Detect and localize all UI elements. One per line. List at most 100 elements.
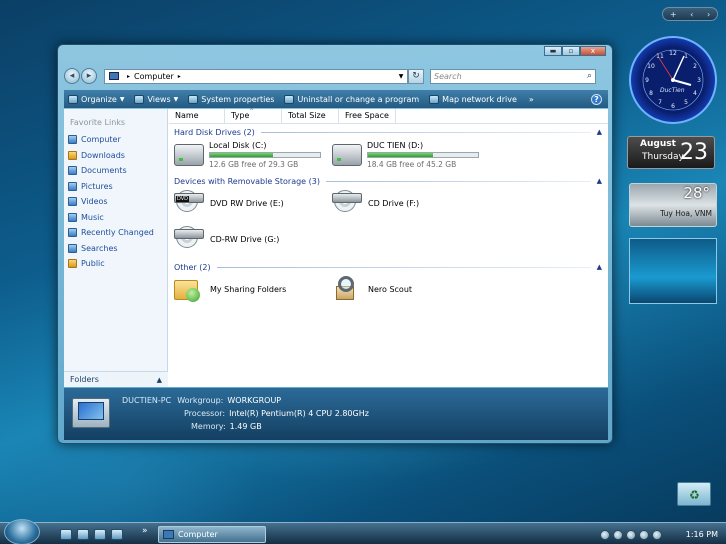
nav-item-public[interactable]: Public (64, 256, 167, 272)
taskbar-button-label: Computer (178, 530, 218, 539)
item-nero-scout[interactable]: Nero Scout (332, 273, 490, 306)
volume-icon[interactable] (652, 529, 662, 540)
nav-item-downloads[interactable]: Downloads (64, 148, 167, 164)
nav-item-computer[interactable]: Computer (64, 132, 167, 148)
drive-usage-fill (368, 153, 433, 157)
breadcrumb-computer[interactable]: Computer (134, 72, 174, 81)
drive-item-d[interactable]: DUC TIEN (D:) 18.4 GB free of 45.2 GB (332, 138, 490, 173)
column-header-free-space[interactable]: Free Space (339, 109, 396, 123)
close-button[interactable]: x (580, 46, 606, 56)
show-desktop-icon[interactable] (60, 529, 72, 540)
group-header-other[interactable]: Other (2) ▲ (169, 261, 608, 273)
recycle-bin-icon[interactable]: ♻ (673, 478, 717, 510)
address-row: ◂ ▸ ▸ Computer ▸ ▼ ↻ Search ⌕ (64, 65, 608, 87)
help-icon[interactable]: ? (591, 93, 602, 105)
nav-item-documents[interactable]: Documents (64, 163, 167, 179)
quicklaunch-overflow-button[interactable]: » (142, 526, 148, 536)
drive-item-c[interactable]: Local Disk (C:) 12.6 GB free of 29.3 GB (174, 138, 332, 173)
navigation-pane: Favorite Links Computer Downloads Docume… (64, 109, 168, 387)
nav-item-label: Computer (81, 135, 121, 145)
internet-explorer-icon[interactable] (111, 529, 123, 540)
address-bar[interactable]: ▸ Computer ▸ ▼ (104, 68, 408, 84)
chevron-up-icon[interactable]: ▲ (597, 177, 602, 185)
refresh-button[interactable]: ↻ (408, 68, 424, 84)
drive-item-f[interactable]: CD Drive (F:) (332, 187, 490, 220)
pc-name: DUCTIEN-PC (122, 396, 172, 405)
previous-gadget-icon[interactable]: ‹ (690, 10, 693, 19)
column-header-total-size[interactable]: Total Size (282, 109, 339, 123)
documents-icon (68, 166, 77, 176)
add-gadget-icon[interactable]: + (670, 10, 677, 19)
searches-icon (68, 243, 77, 253)
start-button[interactable] (4, 519, 40, 544)
svg-text:9: 9 (645, 77, 649, 84)
back-button[interactable]: ◂ (64, 68, 80, 84)
workgroup-label: Workgroup: (177, 396, 224, 405)
search-placeholder: Search (434, 71, 462, 81)
hard-disk-items: Local Disk (C:) 12.6 GB free of 29.3 GB … (169, 138, 608, 173)
search-icon[interactable]: ⌕ (587, 71, 592, 81)
tray-network-icon[interactable] (613, 529, 623, 540)
sidebar-gadget-controls[interactable]: + ‹ › (662, 7, 718, 21)
nav-item-recently-changed[interactable]: Recently Changed (64, 225, 167, 241)
search-input[interactable]: Search ⌕ (430, 68, 596, 84)
recycle-symbol-icon: ♻ (689, 488, 700, 502)
clock-gadget[interactable]: 12 1 2 345 678 9 10 11 DucTien (629, 36, 717, 124)
drive-item-e[interactable]: DVD DVD RW Drive (E:) (174, 187, 332, 220)
tray-app-icon[interactable] (600, 529, 610, 540)
slideshow-gadget[interactable] (629, 238, 717, 304)
group-header-hard-disk[interactable]: Hard Disk Drives (2) ▲ (169, 126, 608, 138)
breadcrumb-chevron-icon[interactable]: ▸ (178, 73, 181, 80)
nav-item-videos[interactable]: Videos (64, 194, 167, 210)
tray-media-icon[interactable] (626, 529, 636, 540)
organize-button[interactable]: Organize ▼ (68, 94, 124, 104)
minimize-button[interactable]: ▬ (544, 46, 562, 56)
breadcrumb-chevron-icon[interactable]: ▸ (127, 73, 130, 80)
folder-icon (68, 150, 77, 160)
cd-drive-icon (332, 189, 362, 218)
user-shape (186, 287, 200, 302)
next-gadget-icon[interactable]: › (707, 10, 710, 19)
explorer-window[interactable]: ▬ ▫ x ◂ ▸ ▸ Computer ▸ ▼ ↻ Search ⌕ Orga… (57, 44, 613, 444)
switch-windows-icon[interactable] (77, 529, 89, 540)
address-dropdown-icon[interactable]: ▼ (395, 73, 407, 80)
system-properties-button[interactable]: System properties (188, 94, 274, 104)
views-button[interactable]: Views ▼ (134, 94, 178, 104)
weather-gadget[interactable]: 28° Tuy Hoa, VNM (629, 183, 717, 227)
chevron-up-icon[interactable]: ▲ (597, 263, 602, 271)
uninstall-program-button[interactable]: Uninstall or change a program (284, 94, 419, 104)
cd-rw-drive-icon (174, 225, 204, 254)
toolbar-overflow-button[interactable]: » (529, 95, 534, 104)
column-header-type[interactable]: Type ^ (225, 108, 282, 123)
drive-name: DUC TIEN (D:) (367, 141, 424, 150)
map-network-drive-button[interactable]: Map network drive (429, 94, 517, 104)
nav-item-label: Public (81, 259, 105, 269)
tray-monitor-icon[interactable] (639, 529, 649, 540)
taskbar: » Computer 1:16 PM (0, 519, 726, 544)
item-my-sharing-folders[interactable]: My Sharing Folders (174, 273, 332, 306)
nav-item-label: Recently Changed (81, 228, 154, 238)
organize-icon (68, 94, 78, 104)
drive-item-g[interactable]: CD-RW Drive (G:) (174, 223, 332, 256)
nav-item-music[interactable]: Music (64, 210, 167, 226)
folder-quicklaunch-icon[interactable] (94, 529, 106, 540)
drive-name: CD-RW Drive (G:) (210, 235, 280, 244)
nav-item-label: Videos (81, 197, 108, 207)
group-header-removable[interactable]: Devices with Removable Storage (3) ▲ (169, 175, 608, 187)
nav-item-pictures[interactable]: Pictures (64, 179, 167, 195)
calendar-gadget[interactable]: August Thursday 23 (627, 136, 715, 169)
computer-icon (68, 135, 77, 145)
hard-drive-icon (174, 144, 204, 166)
taskbar-button-computer[interactable]: Computer (158, 526, 266, 543)
chevron-up-icon[interactable]: ▲ (597, 128, 602, 136)
nav-item-searches[interactable]: Searches (64, 241, 167, 257)
column-header-name[interactable]: Name (169, 109, 225, 123)
favorite-links-list: Computer Downloads Documents Pictures Vi… (64, 132, 167, 272)
maximize-button[interactable]: ▫ (562, 46, 580, 56)
folders-toggle[interactable]: Folders ▲ (64, 371, 168, 387)
item-name: My Sharing Folders (210, 285, 287, 294)
drive-usage-bar (367, 152, 479, 158)
forward-button[interactable]: ▸ (81, 68, 97, 84)
taskbar-clock[interactable]: 1:16 PM (686, 530, 718, 539)
content-area: Favorite Links Computer Downloads Docume… (64, 108, 608, 387)
